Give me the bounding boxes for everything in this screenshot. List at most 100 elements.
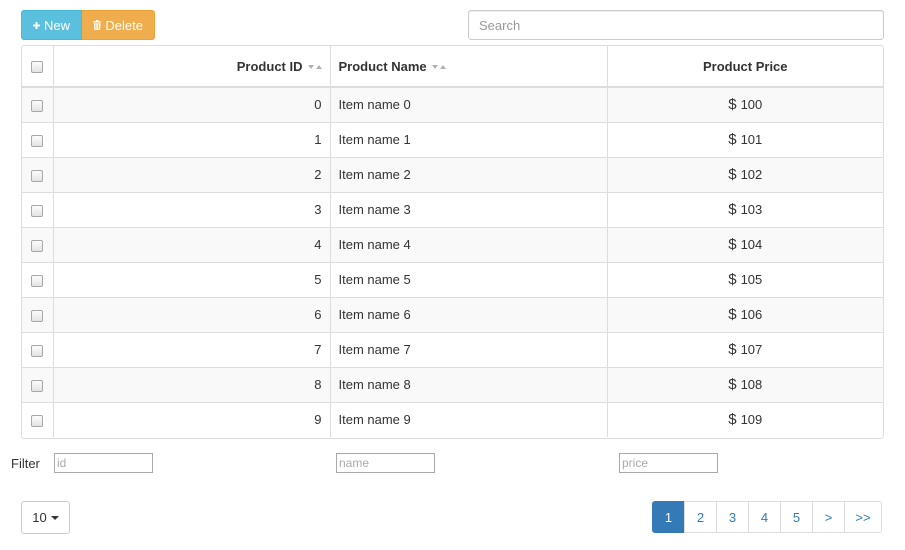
row-checkbox[interactable] bbox=[31, 204, 44, 217]
dollar-icon: $ bbox=[728, 271, 737, 288]
cell-product-name: Item name 8 bbox=[329, 367, 607, 402]
page-button-4[interactable]: 4 bbox=[748, 501, 781, 533]
row-checkbox[interactable] bbox=[31, 274, 44, 287]
table-row[interactable]: 6 Item name 6 $106 bbox=[22, 297, 883, 332]
column-header-product-name[interactable]: Product Name bbox=[329, 46, 607, 88]
row-select-cell bbox=[22, 87, 53, 122]
page-button-3[interactable]: 3 bbox=[716, 501, 749, 533]
price-value: 108 bbox=[740, 377, 763, 392]
cell-product-name: Item name 9 bbox=[329, 402, 607, 437]
row-checkbox[interactable] bbox=[31, 99, 44, 112]
price-value: 104 bbox=[740, 237, 763, 252]
page-size-value: 10 bbox=[32, 510, 47, 525]
products-table: Product ID Product Name Product Price 0I… bbox=[21, 45, 884, 439]
table-row[interactable]: 0 Item name 0 $100 bbox=[22, 87, 883, 122]
table-row[interactable]: 5 Item name 5 $105 bbox=[22, 262, 883, 297]
cell-product-id: 6 bbox=[52, 297, 330, 332]
cell-product-price: $104 bbox=[606, 227, 883, 262]
cell-product-price: $103 bbox=[606, 192, 883, 227]
table-row[interactable]: 9 Item name 9 $109 bbox=[22, 402, 883, 437]
cell-product-id: 7 bbox=[52, 332, 330, 367]
row-checkbox[interactable] bbox=[31, 169, 44, 182]
page-size-dropdown[interactable]: 10 bbox=[21, 501, 70, 534]
table-row[interactable]: 1 Item name 1 $101 bbox=[22, 122, 883, 157]
delete-button-label: Delete bbox=[105, 17, 143, 33]
dollar-icon: $ bbox=[728, 131, 737, 148]
toolbar: New Delete bbox=[21, 10, 155, 40]
cell-product-id: 0 bbox=[52, 87, 330, 122]
cell-product-price: $109 bbox=[606, 402, 883, 437]
cell-product-name: Item name 4 bbox=[329, 227, 607, 262]
column-header-product-id[interactable]: Product ID bbox=[52, 46, 330, 88]
new-button[interactable]: New bbox=[21, 10, 82, 40]
pagination: 1 2 3 4 5 > >> bbox=[652, 501, 882, 533]
row-checkbox[interactable] bbox=[31, 134, 44, 147]
cell-product-name: Item name 7 bbox=[329, 332, 607, 367]
table-body: 0 Item name 0 $100 1 Item name 1 $101 2 Item na… bbox=[22, 87, 883, 437]
cell-product-name: Item name 6 bbox=[329, 297, 607, 332]
page-button-1[interactable]: 1 bbox=[652, 501, 685, 533]
row-select-cell bbox=[22, 367, 53, 402]
cell-product-id: 3 bbox=[52, 192, 330, 227]
cell-product-name: Item name 1 bbox=[329, 122, 607, 157]
filter-price-input[interactable] bbox=[619, 453, 718, 473]
last-page-button[interactable]: >> bbox=[844, 501, 882, 533]
price-value: 103 bbox=[740, 202, 763, 217]
cell-product-price: $108 bbox=[606, 367, 883, 402]
price-value: 102 bbox=[740, 167, 763, 182]
cell-product-id: 2 bbox=[52, 157, 330, 192]
row-checkbox[interactable] bbox=[31, 414, 44, 427]
table-row[interactable]: 7 Item name 7 $107 bbox=[22, 332, 883, 367]
row-select-cell bbox=[22, 157, 53, 192]
row-select-cell bbox=[22, 192, 53, 227]
row-checkbox[interactable] bbox=[31, 239, 44, 252]
filter-id-input[interactable] bbox=[54, 453, 153, 473]
page-button-5[interactable]: 5 bbox=[780, 501, 813, 533]
sort-icon bbox=[431, 65, 446, 70]
caret-down-icon bbox=[50, 515, 59, 520]
price-value: 107 bbox=[740, 342, 763, 357]
cell-product-id: 9 bbox=[52, 402, 330, 437]
row-checkbox[interactable] bbox=[31, 309, 44, 322]
cell-product-id: 5 bbox=[52, 262, 330, 297]
column-header-label: Product ID bbox=[236, 58, 303, 74]
cell-product-name: Item name 3 bbox=[329, 192, 607, 227]
column-header-product-price[interactable]: Product Price bbox=[606, 46, 883, 88]
filter-label: Filter bbox=[11, 456, 40, 471]
trash-icon bbox=[93, 19, 102, 31]
column-header-label: Product Price bbox=[702, 58, 788, 74]
filter-name-input[interactable] bbox=[336, 453, 435, 473]
price-value: 100 bbox=[740, 97, 763, 113]
next-page-button[interactable]: > bbox=[812, 501, 845, 533]
cell-product-id: 1 bbox=[52, 122, 330, 157]
sort-icon bbox=[307, 65, 322, 70]
price-value: 106 bbox=[740, 307, 763, 322]
table-row[interactable]: 3 Item name 3 $103 bbox=[22, 192, 883, 227]
cell-product-price: $106 bbox=[606, 297, 883, 332]
dollar-icon: $ bbox=[728, 166, 737, 183]
cell-product-id: 4 bbox=[52, 227, 330, 262]
row-checkbox[interactable] bbox=[31, 344, 44, 357]
cell-product-price: $100 bbox=[606, 87, 883, 122]
row-select-cell bbox=[22, 122, 53, 157]
plus-icon bbox=[33, 21, 40, 29]
table-row[interactable]: 4 Item name 4 $104 bbox=[22, 227, 883, 262]
price-value: 105 bbox=[740, 272, 763, 287]
dollar-icon: $ bbox=[728, 236, 737, 253]
table-header: Product ID Product Name Product Price bbox=[22, 46, 883, 88]
cell-product-price: $107 bbox=[606, 332, 883, 367]
table-row[interactable]: 2 Item name 2 $102 bbox=[22, 157, 883, 192]
table-row[interactable]: 8 Item name 8 $108 bbox=[22, 367, 883, 402]
cell-product-id: 8 bbox=[52, 367, 330, 402]
dollar-icon: $ bbox=[728, 376, 737, 393]
column-header-label: Product Name bbox=[338, 58, 427, 74]
select-all-checkbox[interactable] bbox=[31, 61, 44, 74]
dollar-icon: $ bbox=[728, 96, 737, 114]
cell-product-name: Item name 5 bbox=[329, 262, 607, 297]
price-value: 101 bbox=[740, 132, 763, 147]
price-value: 109 bbox=[740, 412, 763, 428]
delete-button[interactable]: Delete bbox=[82, 10, 155, 40]
row-checkbox[interactable] bbox=[31, 379, 44, 392]
search-input[interactable] bbox=[468, 10, 884, 40]
page-button-2[interactable]: 2 bbox=[684, 501, 717, 533]
